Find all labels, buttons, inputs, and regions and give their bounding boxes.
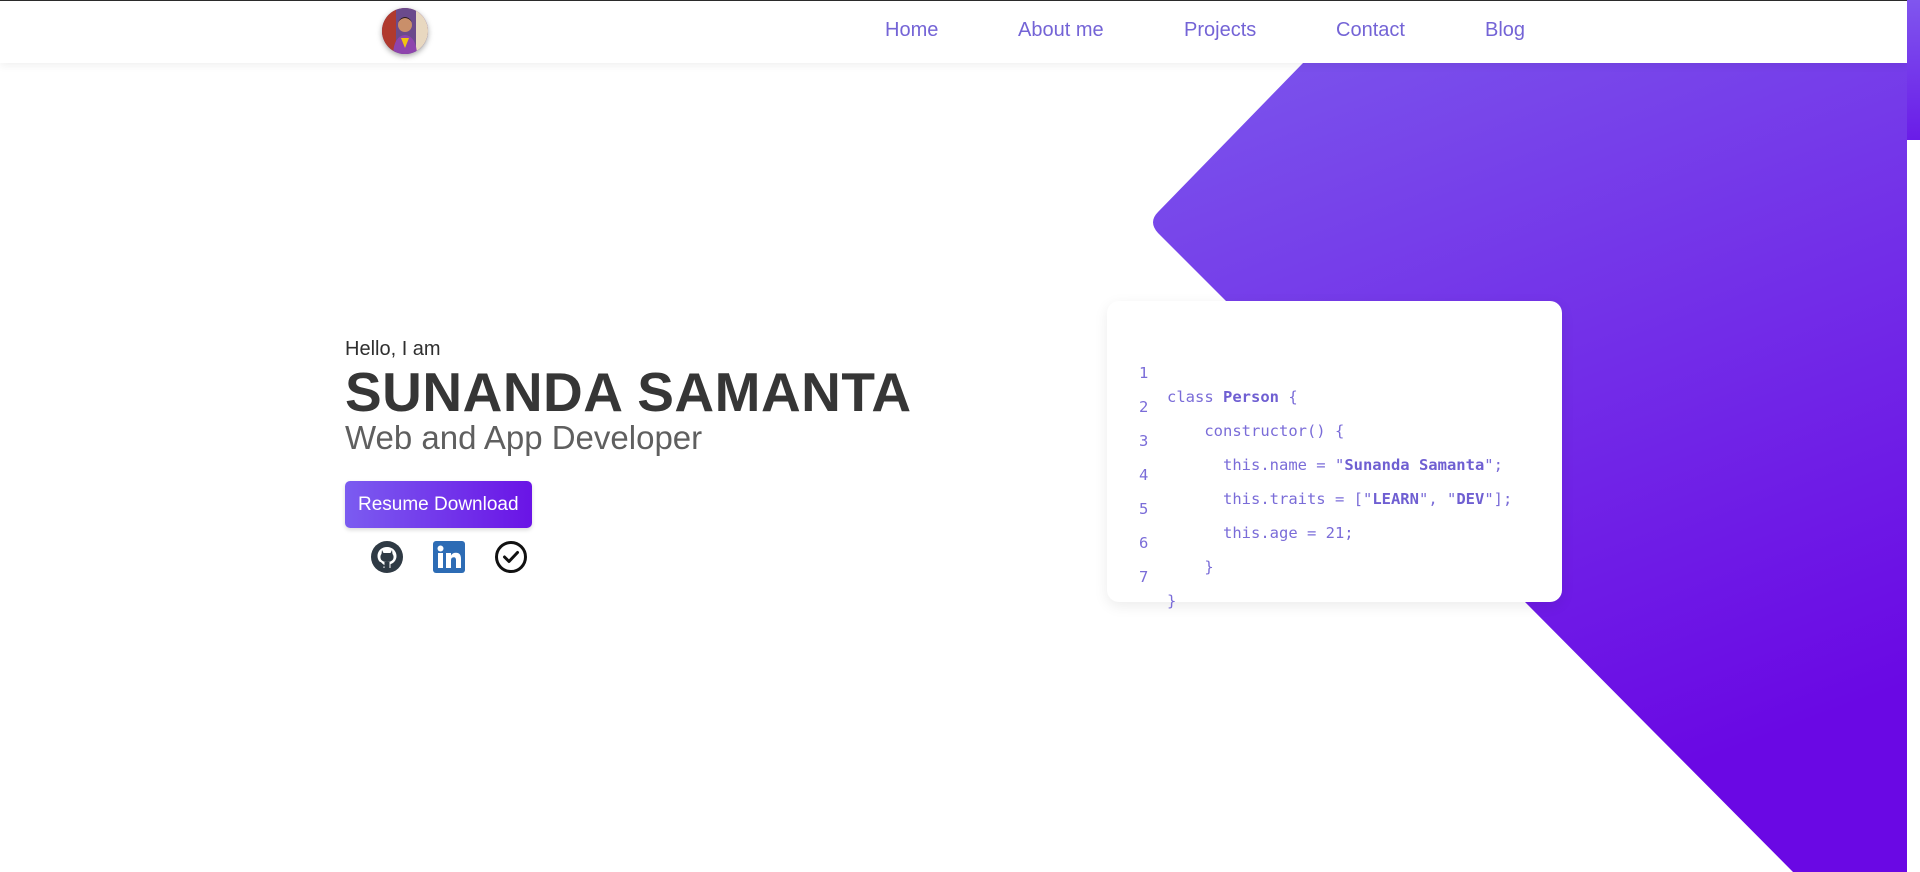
hero-name: SUNANDA SAMANTA	[345, 361, 912, 423]
line-number: 7	[1139, 568, 1149, 586]
code-line: 1 class Person {	[1107, 337, 1298, 406]
nav-blog[interactable]: Blog	[1485, 19, 1525, 42]
nav-projects[interactable]: Projects	[1184, 19, 1256, 42]
avatar[interactable]	[382, 8, 428, 54]
linkedin-icon[interactable]	[432, 540, 466, 574]
code-line: 5 this.age = 21;	[1107, 473, 1354, 542]
greeting-text: Hello, I am	[345, 338, 441, 360]
scrollbar-thumb[interactable]	[1907, 0, 1920, 140]
github-icon[interactable]	[370, 540, 404, 574]
check-circle-icon[interactable]	[494, 540, 528, 574]
code-card: 1 class Person { 2 constructor() { 3 thi…	[1107, 301, 1562, 610]
code-line: 7 }	[1107, 541, 1176, 610]
nav-home[interactable]: Home	[885, 19, 938, 42]
hero-role: Web and App Developer	[345, 419, 703, 456]
background-decoration	[1153, 63, 1907, 872]
resume-download-button[interactable]: Resume Download	[345, 481, 532, 528]
code-line: 3 this.name = "Sunanda Samanta";	[1107, 405, 1503, 474]
code-line: 4 this.traits = ["LEARN", "DEV"];	[1107, 439, 1512, 508]
hero-section: Hello, I am SUNANDA SAMANTA Web and App …	[345, 338, 912, 580]
social-links	[345, 540, 912, 580]
nav-contact[interactable]: Contact	[1336, 19, 1405, 42]
scrollbar[interactable]	[1907, 0, 1920, 872]
code-line: 2 constructor() {	[1107, 371, 1344, 440]
nav-about-me[interactable]: About me	[1018, 19, 1104, 42]
code-line: 6 }	[1107, 507, 1214, 576]
top-navigation-bar: Home About me Projects Contact Blog	[0, 0, 1907, 63]
